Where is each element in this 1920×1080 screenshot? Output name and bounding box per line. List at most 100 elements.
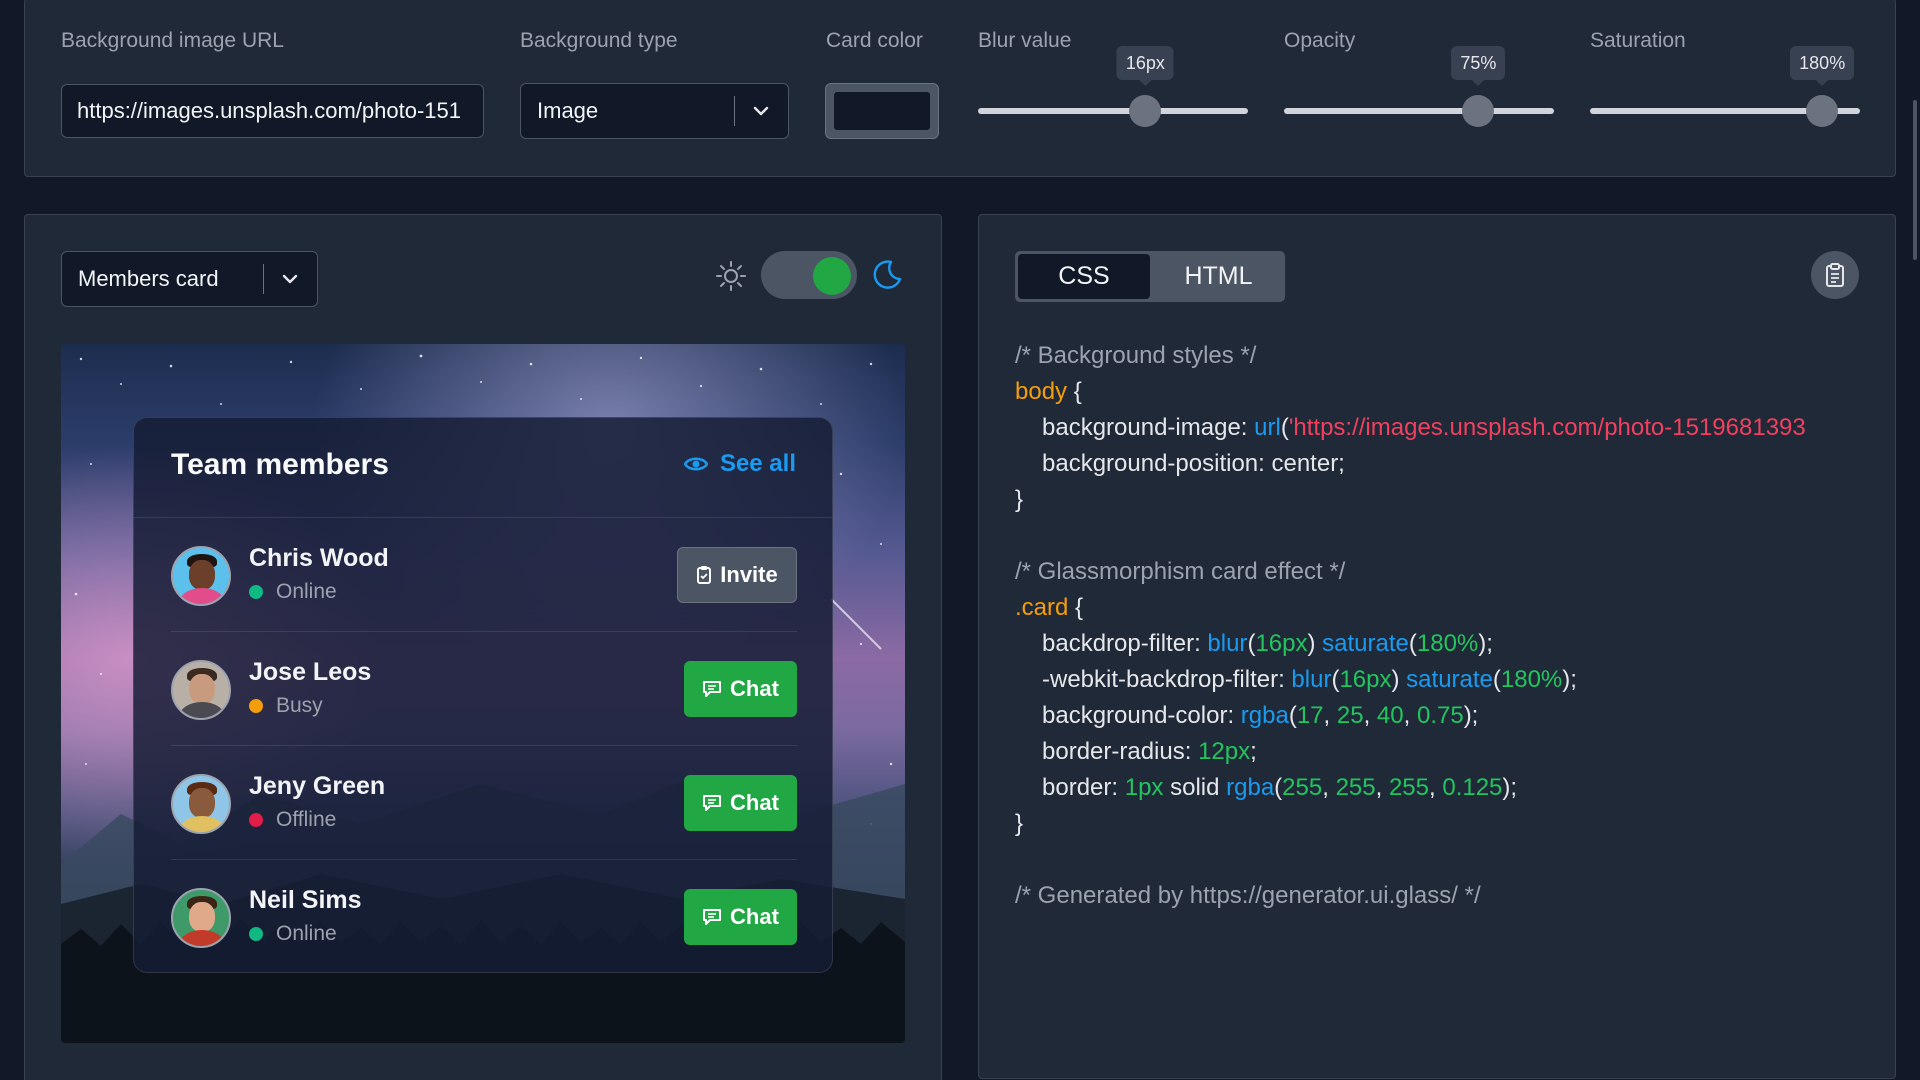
saturation-slider-thumb[interactable] xyxy=(1806,95,1839,127)
code-token: 16px xyxy=(1339,666,1392,693)
avatar xyxy=(171,888,231,948)
chat-button[interactable]: Chat xyxy=(684,661,797,717)
code-block[interactable]: /* Background styles */body {background-… xyxy=(1015,338,1859,914)
opacity-value-tooltip: 75% xyxy=(1451,46,1506,86)
code-token: rgba xyxy=(1240,702,1289,729)
team-members-card: Team members See all Chris Wood Online I… xyxy=(133,417,833,973)
card-type-value: Members card xyxy=(78,266,219,291)
status-dot xyxy=(249,927,263,941)
code-token: : xyxy=(1240,414,1255,441)
card-type-select[interactable]: Members card xyxy=(61,251,318,307)
avatar xyxy=(171,546,231,606)
status-text: Busy xyxy=(276,694,323,717)
code-token: solid xyxy=(1163,774,1227,801)
status-dot xyxy=(249,699,263,713)
code-token: : center; xyxy=(1258,450,1345,477)
code-token: saturate xyxy=(1322,630,1409,657)
page-scrollbar[interactable] xyxy=(1913,100,1917,260)
code-line: /* Background styles */ xyxy=(1015,338,1859,374)
code-token: background-image xyxy=(1042,414,1241,441)
code-token: { xyxy=(1067,378,1082,405)
chat-label: Chat xyxy=(730,790,779,815)
member-status: Busy xyxy=(249,694,323,718)
code-token: ; xyxy=(1250,738,1257,765)
member-status: Offline xyxy=(249,808,336,832)
status-text: Online xyxy=(276,922,337,945)
code-token: url xyxy=(1254,414,1281,441)
code-token: , xyxy=(1363,702,1377,729)
blur-slider[interactable]: 16px xyxy=(978,46,1248,127)
invite-button[interactable]: Invite xyxy=(677,547,797,603)
code-token: : xyxy=(1194,630,1208,657)
code-line: -webkit-backdrop-filter: blur (16px) satu… xyxy=(1015,662,1859,698)
theme-toggle[interactable] xyxy=(761,251,857,299)
sun-icon xyxy=(716,261,746,291)
saturation-value-tooltip: 180% xyxy=(1790,46,1855,86)
copy-code-button[interactable] xyxy=(1811,251,1859,299)
code-token: 0.125 xyxy=(1442,774,1503,801)
bg-url-input[interactable]: https://images.unsplash.com/photo-151 xyxy=(61,84,484,138)
code-line: border-radius: 12px; xyxy=(1015,734,1859,770)
code-token: : xyxy=(1227,702,1241,729)
code-token: : xyxy=(1278,666,1292,693)
code-token: 16px xyxy=(1255,630,1308,657)
member-name: Jose Leos xyxy=(249,658,372,686)
code-line: /* Glassmorphism card effect */ xyxy=(1015,554,1859,590)
code-token: ( xyxy=(1274,774,1283,801)
member-row: Chris Wood Online Invite xyxy=(171,518,797,632)
chat-label: Chat xyxy=(730,676,779,701)
see-all-link[interactable]: See all xyxy=(683,450,796,478)
code-token: ); xyxy=(1478,630,1493,657)
toggle-knob xyxy=(813,257,851,295)
code-token: 255 xyxy=(1282,774,1323,801)
opacity-label: Opacity xyxy=(1284,29,1356,52)
card-color-label: Card color xyxy=(826,29,923,52)
code-line: background-image: url('https://images.un… xyxy=(1015,410,1859,446)
bg-type-value: Image xyxy=(537,98,599,123)
saturation-slider[interactable]: 180% xyxy=(1590,46,1860,127)
member-row: Jose Leos Busy Chat xyxy=(171,632,797,746)
code-line: /* Generated by https://generator.ui.gla… xyxy=(1015,878,1859,914)
code-line: body { xyxy=(1015,374,1859,410)
opacity-slider[interactable]: 75% xyxy=(1284,46,1554,127)
code-line: .card { xyxy=(1015,590,1859,626)
select-divider xyxy=(734,96,735,126)
chevron-down-icon xyxy=(753,106,769,116)
avatar xyxy=(171,774,231,834)
code-token: blur xyxy=(1207,630,1248,657)
code-token: ( xyxy=(1408,630,1417,657)
invite-label: Invite xyxy=(720,562,778,587)
code-token: 'https://images.unsplash.com/photo-15196… xyxy=(1288,414,1806,441)
code-token: , xyxy=(1429,774,1443,801)
code-line: background-color: rgba(17, 25, 40, 0.75)… xyxy=(1015,698,1859,734)
code-token: 1px xyxy=(1124,774,1164,801)
bg-type-select[interactable]: Image xyxy=(520,83,789,139)
member-row: Jeny Green Offline Chat xyxy=(171,746,797,860)
tab-html[interactable]: HTML xyxy=(1152,251,1285,302)
code-line: background-position: center; xyxy=(1015,446,1859,482)
chat-button[interactable]: Chat xyxy=(684,775,797,831)
status-text: Offline xyxy=(276,808,337,831)
bg-url-label: Background image URL xyxy=(61,29,284,52)
card-color-picker[interactable] xyxy=(825,83,939,139)
clipboard-icon xyxy=(697,566,712,584)
code-token: /* Glassmorphism card effect */ xyxy=(1015,558,1346,585)
card-title: Team members xyxy=(171,448,389,481)
code-token: , xyxy=(1375,774,1389,801)
chevron-down-icon xyxy=(282,274,298,284)
chat-button[interactable]: Chat xyxy=(684,889,797,945)
code-token: 180% xyxy=(1500,666,1563,693)
code-token: border xyxy=(1042,774,1112,801)
code-token: .card xyxy=(1015,594,1069,621)
member-status: Online xyxy=(249,922,337,946)
code-token: 255 xyxy=(1335,774,1376,801)
tab-css[interactable]: CSS xyxy=(1018,254,1150,299)
member-status: Online xyxy=(249,580,337,604)
code-token: { xyxy=(1068,594,1084,621)
code-token: /* Background styles */ xyxy=(1015,342,1257,369)
bg-type-label: Background type xyxy=(520,29,678,52)
chat-icon xyxy=(703,681,722,697)
code-token: 17 xyxy=(1296,702,1324,729)
card-header: Team members See all xyxy=(134,418,832,518)
